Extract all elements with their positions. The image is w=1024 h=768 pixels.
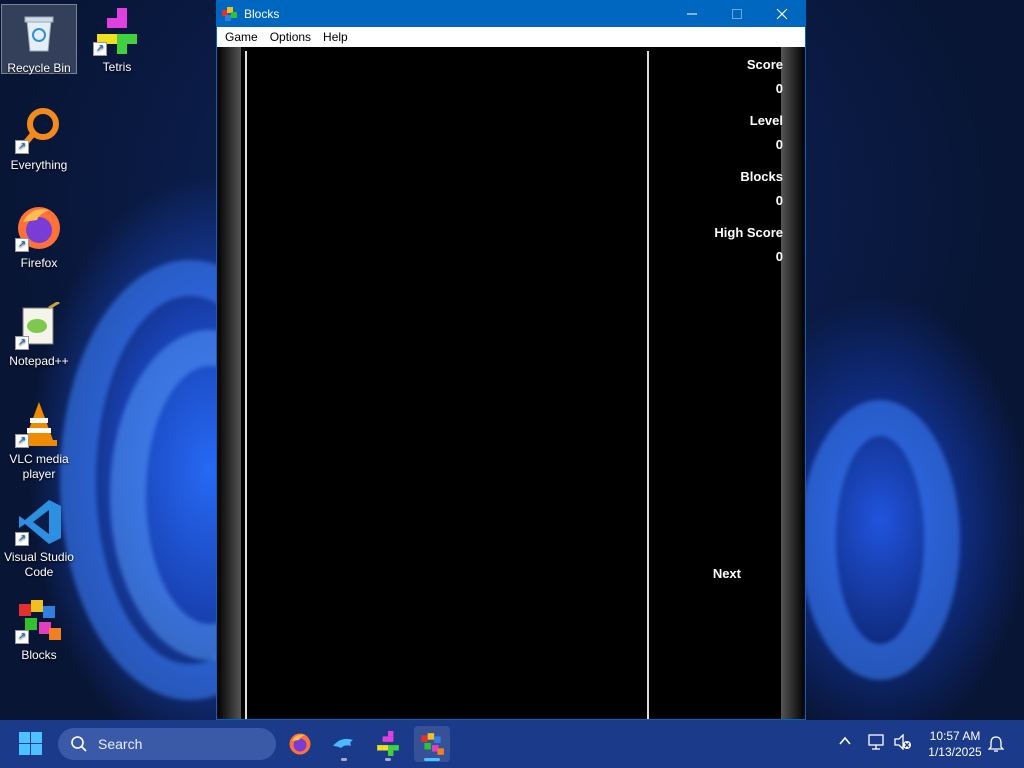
notifications-button[interactable] <box>987 735 1005 758</box>
search-placeholder: Search <box>98 736 143 752</box>
shortcut-arrow-icon: ↗ <box>15 630 29 644</box>
blocks-label: Blocks <box>740 169 783 184</box>
desktop-icon-tetris[interactable]: ↗ Tetris <box>79 8 155 74</box>
recycle-bin-icon <box>15 9 63 57</box>
taskbar-firefox[interactable] <box>282 726 318 762</box>
notepad-plus-plus-icon: ↗ <box>15 300 63 350</box>
desktop-icon-notepad-plus-plus[interactable]: ↗ Notepad++ <box>1 300 77 368</box>
close-icon <box>776 8 788 20</box>
shortcut-arrow-icon: ↗ <box>15 336 29 350</box>
taskbar-dolphin-app[interactable] <box>326 726 362 762</box>
blocks-value: 0 <box>775 193 783 208</box>
active-indicator <box>424 758 440 761</box>
level-label: Level <box>749 113 783 128</box>
next-piece-label: Next <box>712 566 741 581</box>
taskbar-tetris[interactable] <box>370 726 406 762</box>
taskbar: Search 10:57 AM 1/13/2025 <box>0 720 1024 768</box>
desktop-icon-label: Notepad++ <box>9 354 69 368</box>
system-tray <box>834 720 914 768</box>
search-icon <box>70 735 88 753</box>
desktop-icon-label: Tetris <box>102 60 132 74</box>
right-gutter <box>781 47 805 719</box>
start-button[interactable] <box>18 732 44 756</box>
playfield-right-wall <box>647 51 649 719</box>
shortcut-arrow-icon: ↗ <box>15 532 29 546</box>
desktop-icon-label: Firefox <box>20 256 58 270</box>
desktop-icon-label: Blocks <box>21 648 57 662</box>
clock-date: 1/13/2025 <box>928 745 982 759</box>
vscode-icon: ↗ <box>15 498 63 546</box>
firefox-icon: ↗ <box>15 204 63 252</box>
playfield[interactable] <box>247 51 647 719</box>
minimize-icon <box>687 13 697 15</box>
high-score-label: High Score <box>714 225 783 240</box>
running-indicator <box>385 758 391 761</box>
show-hidden-icons-button[interactable] <box>838 734 852 753</box>
desktop-icon-firefox[interactable]: ↗ Firefox <box>1 204 77 270</box>
window-title: Blocks <box>244 7 280 21</box>
dolphin-icon <box>333 738 353 748</box>
blocks-app-icon <box>222 6 238 22</box>
window-titlebar[interactable]: Blocks <box>217 1 805 27</box>
close-button[interactable] <box>759 1 805 27</box>
shortcut-arrow-icon: ↗ <box>15 140 29 154</box>
blocks-window[interactable]: Blocks Game Options Help Score 0 Level 0… <box>216 0 806 720</box>
shortcut-arrow-icon: ↗ <box>15 238 29 252</box>
menu-game[interactable]: Game <box>219 30 264 44</box>
firefox-icon <box>289 733 311 755</box>
maximize-icon <box>732 9 742 19</box>
left-gutter <box>217 47 241 719</box>
desktop-icon-label: VLC media player <box>9 452 69 481</box>
desktop-icon-blocks[interactable]: ↗ Blocks <box>1 596 77 662</box>
desktop-icon-label: Recycle Bin <box>7 61 71 75</box>
desktop-icon-vlc[interactable]: ↗ VLC media player <box>1 400 77 482</box>
network-status-button[interactable] <box>868 734 886 755</box>
taskbar-clock[interactable]: 10:57 AM 1/13/2025 <box>918 728 992 760</box>
score-label: Score <box>746 57 783 72</box>
desktop-icon-recycle-bin[interactable]: Recycle Bin <box>1 4 77 75</box>
maximize-button[interactable] <box>714 1 760 27</box>
taskbar-blocks[interactable] <box>414 726 450 762</box>
high-score-value: 0 <box>775 249 783 264</box>
desktop-icon-label: Everything <box>10 158 68 172</box>
volume-button[interactable] <box>894 733 912 755</box>
bell-icon <box>987 736 1005 752</box>
tetris-icon: ↗ <box>93 8 141 56</box>
score-value: 0 <box>775 81 783 96</box>
desktop-icon-everything[interactable]: ↗ Everything <box>1 106 77 172</box>
running-indicator <box>341 758 347 761</box>
volume-muted-icon <box>894 733 911 751</box>
clock-time: 10:57 AM <box>929 729 981 743</box>
everything-search-icon: ↗ <box>15 106 63 154</box>
blocks-icon <box>421 733 444 755</box>
network-icon <box>868 734 884 750</box>
blocks-icon: ↗ <box>15 596 63 644</box>
vlc-cone-icon: ↗ <box>15 400 63 448</box>
windows-logo-icon <box>19 732 42 755</box>
level-value: 0 <box>775 137 783 152</box>
minimize-button[interactable] <box>669 1 715 27</box>
tetris-icon <box>377 731 399 756</box>
menu-help[interactable]: Help <box>317 30 354 44</box>
menu-options[interactable]: Options <box>264 30 317 44</box>
shortcut-arrow-icon: ↗ <box>15 434 29 448</box>
taskbar-search-box[interactable]: Search <box>58 728 276 760</box>
menu-bar: Game Options Help <box>217 27 805 47</box>
wallpaper-swirl <box>800 400 960 680</box>
desktop-icon-vscode[interactable]: ↗ Visual Studio Code <box>1 498 77 580</box>
desktop-icon-label: Visual Studio Code <box>4 550 74 579</box>
shortcut-arrow-icon: ↗ <box>93 42 107 56</box>
game-area[interactable]: Score 0 Level 0 Blocks 0 High Score 0 Ne… <box>217 47 805 719</box>
chevron-up-icon <box>839 736 851 745</box>
